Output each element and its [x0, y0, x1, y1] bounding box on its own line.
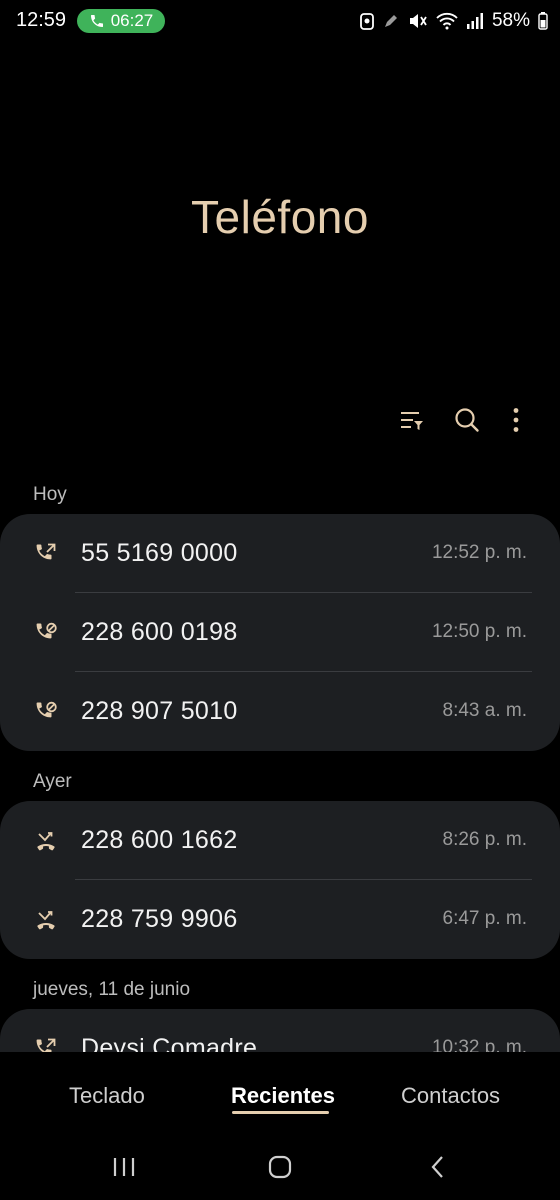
rejected-call-icon: [36, 622, 57, 639]
call-time: 12:52 p. m.: [431, 542, 527, 563]
missed-call-icon: [37, 832, 55, 851]
section-header-today: Hoy: [33, 484, 67, 505]
call-number: 228 759 9906: [81, 905, 238, 933]
call-group-today: 55 5169 0000 12:52 p. m. 228 600 0198 12…: [0, 514, 560, 751]
call-number: 228 600 1662: [81, 826, 238, 854]
status-icons: 58%: [360, 9, 548, 33]
search-button[interactable]: [449, 402, 485, 438]
call-number: 228 600 0198: [81, 618, 238, 646]
missed-call-icon: [37, 911, 55, 930]
call-time: 6:47 p. m.: [442, 908, 528, 929]
phone-screen: 12:59 06:27 58% Teléfono Hoy 55 5169 000…: [0, 0, 560, 1200]
tab-contacts[interactable]: Contactos: [401, 1083, 500, 1109]
outgoing-call-icon: [36, 543, 56, 560]
tab-recents[interactable]: Recientes: [231, 1083, 335, 1109]
edit-pen-icon: [384, 15, 397, 27]
ongoing-call-chip[interactable]: 06:27: [77, 9, 165, 33]
more-vertical-icon: [513, 408, 519, 432]
filter-button[interactable]: [394, 402, 430, 438]
call-group-yesterday: 228 600 1662 8:26 p. m. 228 759 9906 6:4…: [0, 801, 560, 959]
call-log-row[interactable]: 228 759 9906 6:47 p. m.: [0, 880, 560, 959]
call-log-row[interactable]: 228 600 1662 8:26 p. m.: [0, 801, 560, 880]
call-log-row[interactable]: 228 600 0198 12:50 p. m.: [0, 593, 560, 672]
status-time: 12:59: [16, 9, 67, 31]
tab-keypad[interactable]: Teclado: [69, 1083, 145, 1109]
back-button[interactable]: [418, 1152, 458, 1182]
search-icon: [455, 408, 479, 432]
call-time: 8:43 a. m.: [442, 700, 528, 721]
filter-icon: [401, 412, 423, 430]
call-time: 8:26 p. m.: [442, 829, 528, 850]
section-header-thursday: jueves, 11 de junio: [33, 979, 191, 1000]
battery-percentage: 58%: [491, 10, 530, 31]
notification-app-icon: [360, 13, 374, 30]
rejected-call-icon: [36, 701, 57, 718]
recent-apps-button[interactable]: [104, 1152, 144, 1182]
page-title: Teléfono: [191, 191, 369, 243]
call-duration: 06:27: [110, 11, 154, 30]
battery-icon: [538, 12, 548, 30]
call-log-row[interactable]: 55 5169 0000 12:52 p. m.: [0, 514, 560, 593]
phone-icon: [90, 15, 103, 27]
call-number: 228 907 5010: [81, 697, 238, 725]
recent-apps-icon: [113, 1158, 135, 1176]
section-header-yesterday: Ayer: [33, 771, 72, 792]
back-icon: [431, 1156, 443, 1178]
status-bar: 12:59 06:27 58%: [0, 0, 560, 42]
call-number: 55 5169 0000: [81, 539, 238, 567]
mute-icon: [409, 14, 427, 28]
more-options-button[interactable]: [498, 402, 534, 438]
home-button[interactable]: [260, 1152, 300, 1182]
wifi-icon: [436, 12, 458, 30]
call-log-row[interactable]: 228 907 5010 8:43 a. m.: [0, 672, 560, 751]
home-icon: [268, 1155, 292, 1179]
signal-icon: [466, 13, 483, 29]
active-tab-indicator: [232, 1111, 329, 1114]
call-time: 12:50 p. m.: [431, 621, 527, 642]
